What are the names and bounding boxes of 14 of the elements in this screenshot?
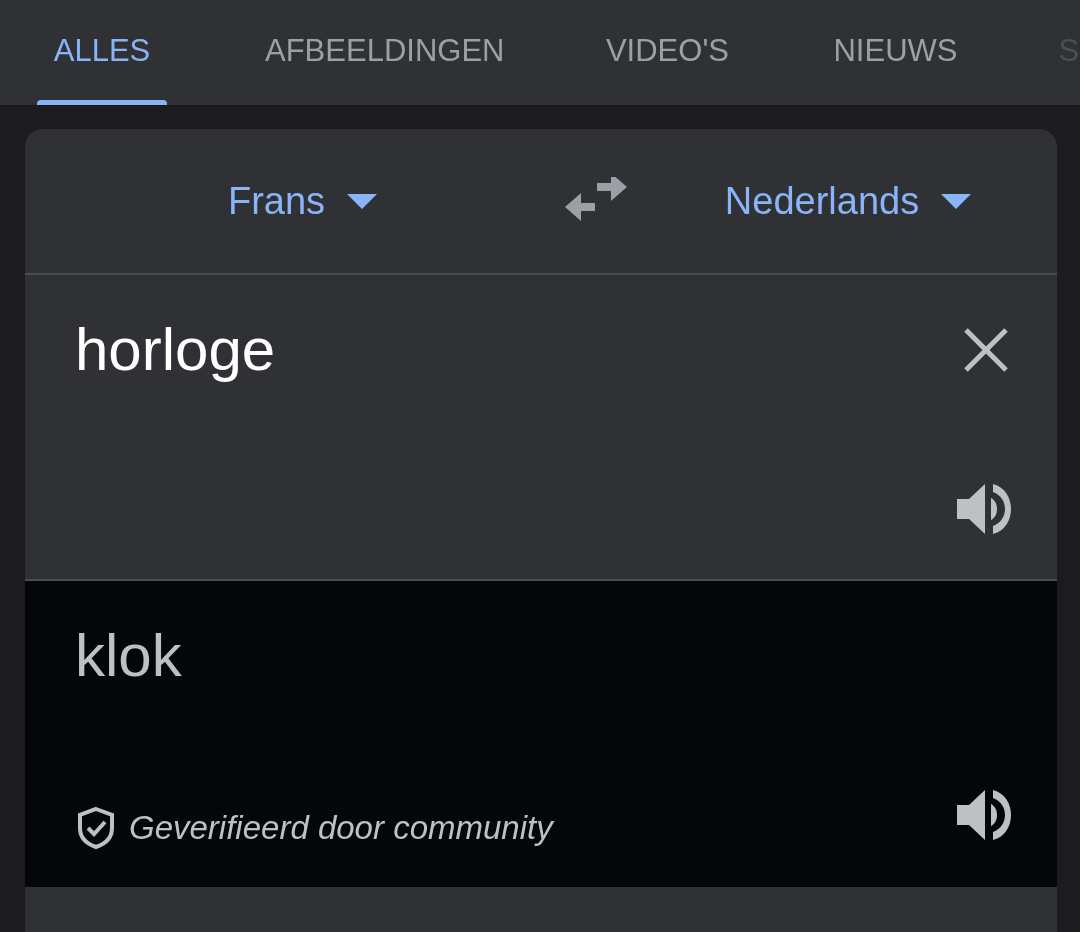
clear-button[interactable] <box>963 327 1009 373</box>
shield-check-icon <box>77 805 115 850</box>
tab[interactable]: ALLES <box>37 0 167 105</box>
target-language-dropdown[interactable]: Nederlands <box>724 172 972 230</box>
source-language-dropdown[interactable]: Frans <box>227 172 378 230</box>
verified-note: Geverifieerd door community <box>129 808 553 848</box>
tab[interactable]: VIDEO'S <box>602 0 733 105</box>
caret-icon <box>347 193 378 209</box>
tab[interactable]: NIEUWS <box>830 0 961 105</box>
tab[interactable]: AFBEELDINGEN <box>265 0 505 105</box>
caret-icon <box>941 193 972 209</box>
close-icon <box>963 327 1009 373</box>
source-text-field[interactable]: horloge <box>75 305 875 395</box>
translation-text: klok <box>75 621 182 691</box>
